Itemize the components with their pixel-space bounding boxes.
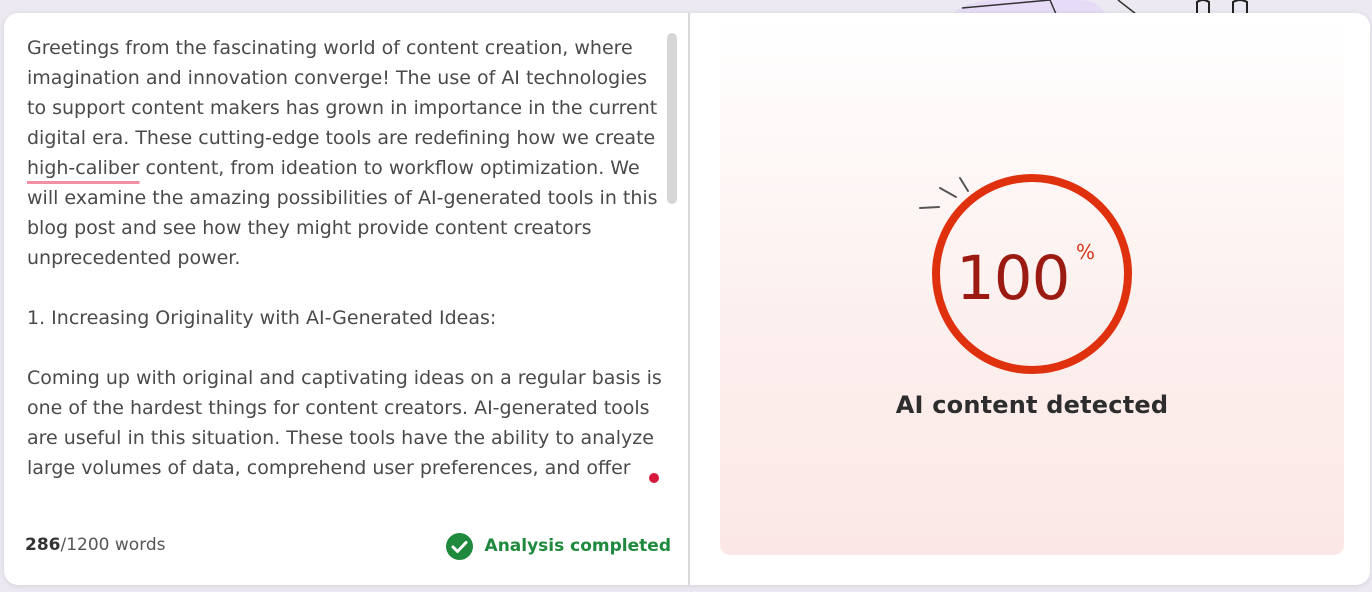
paragraph-1: Greetings from the fascinating world of … — [27, 33, 667, 273]
analysis-status: Analysis completed — [445, 531, 671, 561]
word-count: 286/1200 words — [25, 535, 166, 555]
text-input-panel: Greetings from the fascinating world of … — [4, 13, 688, 585]
check-circle-icon — [445, 532, 473, 560]
paragraph-3: Coming up with original and captivating … — [27, 367, 662, 479]
flagged-word[interactable]: high-caliber — [27, 157, 140, 179]
panel-divider — [688, 13, 690, 585]
percent-sign: % — [1076, 240, 1096, 264]
result-panel: 100 % AI content detected — [720, 14, 1344, 555]
detector-card: Greetings from the fascinating world of … — [4, 13, 1370, 585]
word-count-total: /1200 words — [60, 535, 166, 555]
paragraph-1-start: Greetings from the fascinating world of … — [27, 37, 658, 149]
marker-dot — [649, 473, 659, 483]
word-count-current: 286 — [25, 535, 61, 555]
scrollbar-thumb[interactable] — [667, 33, 677, 204]
result-label: AI content detected — [895, 391, 1169, 419]
status-label: Analysis completed — [484, 536, 671, 556]
text-editor[interactable]: Greetings from the fascinating world of … — [27, 33, 667, 493]
score-percent: 100 — [956, 243, 1070, 314]
paragraph-2: 1. Increasing Originality with AI-Genera… — [27, 307, 497, 329]
editor-footer: 286/1200 words Analysis completed — [25, 531, 671, 561]
